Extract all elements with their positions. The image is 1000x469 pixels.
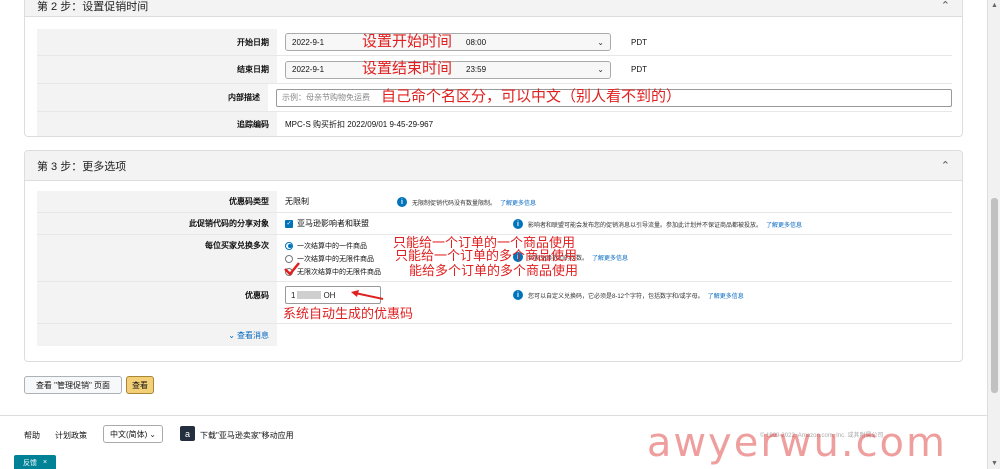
watermark: awyerwu.com xyxy=(646,420,947,466)
start-time-value: 08:00 xyxy=(466,37,487,47)
radio-selected[interactable] xyxy=(285,241,293,250)
redeem-row: 每位买家兑换多次 一次结算中的一件商品 一次结算中的无限件商品 无限次结算中的无… xyxy=(37,235,952,282)
scroll-down-icon[interactable]: ▼ xyxy=(991,460,998,467)
coupon-annotation: 系统自动生成的优惠码 xyxy=(283,306,414,321)
scrollbar-thumb[interactable] xyxy=(991,198,998,393)
checkmark-annotation-icon xyxy=(284,262,300,276)
share-row: 此促销代码的分享对象 ✓ 亚马逊影响者和联盟 i 影响者和联盟可能会发布您的促销… xyxy=(37,213,952,235)
description-label: 内部描述 xyxy=(37,84,268,111)
step3-title: 第 3 步：更多选项 xyxy=(37,160,127,173)
end-date-label: 结束日期 xyxy=(37,56,277,83)
language-select[interactable]: 中文(简体) ⌄ xyxy=(103,425,163,443)
feedback-label: 反馈 xyxy=(22,459,37,467)
coupon-suffix: OH xyxy=(323,290,336,300)
page: 第 2 步：设置促销时间 ⌃ 开始日期 2022-9-1 08:00 ⌄ PDT… xyxy=(0,0,987,469)
coupon-info: 您可以自定义兑换码，它必须是8-12个字符，包括数字和/或字母。 xyxy=(528,293,704,300)
code-type-learn-more[interactable]: 了解更多信息 xyxy=(500,198,536,207)
view-manage-promotions-button[interactable]: 查看 "管理促销" 页面 xyxy=(24,376,122,394)
description-placeholder: 示例：母亲节购物免运费 xyxy=(282,93,370,102)
step3-card: 第 3 步：更多选项 ⌃ 优惠码类型 无限制 i 无限制促销代码没有数量限制。 … xyxy=(24,150,963,362)
chevron-up-icon[interactable]: ⌃ xyxy=(941,159,950,172)
start-timezone: PDT xyxy=(631,37,647,47)
code-type-value: 无限制 xyxy=(285,197,309,206)
end-time-annotation: 设置结束时间 xyxy=(362,60,453,77)
coupon-learn-more[interactable]: 了解更多信息 xyxy=(708,291,744,300)
info-icon: i xyxy=(513,219,523,229)
end-time-value: 23:59 xyxy=(466,65,487,74)
seller-app-icon[interactable]: a xyxy=(180,426,195,441)
coupon-redacted xyxy=(297,291,322,299)
tracking-row: 追踪编码 MPC-S 购买折扣 2022/09/01 9-45-29-967 xyxy=(37,112,952,136)
view-button-label: 查看 xyxy=(132,380,148,390)
step3-header[interactable]: 第 3 步：更多选项 ⌃ xyxy=(25,151,962,181)
language-value: 中文(简体) xyxy=(110,429,148,439)
view-button[interactable]: 查看 xyxy=(126,376,154,394)
view-manage-promotions-label: 查看 "管理促销" 页面 xyxy=(35,380,111,390)
app-download-link[interactable]: 下载"亚马逊卖家"移动应用 xyxy=(200,430,294,441)
start-time-annotation: 设置开始时间 xyxy=(362,33,453,50)
redeem-option-3-label: 无限次结算中的无限件商品 xyxy=(297,268,381,276)
view-more-link[interactable]: 查看消息 xyxy=(237,330,269,341)
coupon-row: 优惠码 1 OH i 您可以自定义兑换码，它必须是8-12个字符，包括数字和/或… xyxy=(37,282,952,324)
redeem-option-1[interactable]: 一次结算中的一件商品 xyxy=(285,239,367,252)
start-date-row: 开始日期 2022-9-1 08:00 ⌄ PDT 设置开始时间 xyxy=(37,29,952,56)
chevron-down-icon: ⌄ xyxy=(149,429,156,439)
arrow-annotation-icon xyxy=(351,290,384,300)
share-label: 此促销代码的分享对象 xyxy=(37,213,277,234)
description-row: 内部描述 示例：母亲节购物免运费 自己命个名区分，可以中文（别人看不到的） xyxy=(37,84,952,112)
footer-policy-link[interactable]: 计划政策 xyxy=(55,430,87,441)
redeem-annotation-2: 只能给一个订单的多个商品使用 xyxy=(395,248,578,263)
redeem-label: 每位买家兑换多次 xyxy=(37,235,277,281)
close-icon[interactable]: × xyxy=(43,459,47,466)
redeem-option-2-label: 一次结算中的无限件商品 xyxy=(297,255,374,263)
share-option-label: 亚马逊影响者和联盟 xyxy=(297,219,369,228)
chevron-down-icon: ⌄ xyxy=(597,37,604,47)
redeem-annotation-3: 能给多个订单的多个商品使用 xyxy=(409,263,579,278)
redeem-option-1-label: 一次结算中的一件商品 xyxy=(297,242,367,250)
coupon-prefix: 1 xyxy=(291,290,296,300)
end-date-row: 结束日期 2022-9-1 23:59 ⌄ PDT 设置结束时间 xyxy=(37,56,952,84)
tracking-value: MPC-S 购买折扣 2022/09/01 9-45-29-967 xyxy=(285,120,434,129)
scroll-up-icon[interactable]: ▲ xyxy=(991,2,998,9)
description-annotation: 自己命个名区分，可以中文（别人看不到的） xyxy=(381,88,682,105)
coupon-label: 优惠码 xyxy=(37,282,277,323)
chevron-down-icon: ⌄ xyxy=(228,330,235,340)
end-date-value: 2022-9-1 xyxy=(292,65,325,74)
step2-card: 第 2 步：设置促销时间 ⌃ 开始日期 2022-9-1 08:00 ⌄ PDT… xyxy=(24,0,963,137)
tracking-label: 追踪编码 xyxy=(37,112,277,136)
code-type-row: 优惠码类型 无限制 i 无限制促销代码没有数量限制。 了解更多信息 xyxy=(37,191,952,213)
chevron-down-icon: ⌄ xyxy=(597,65,604,74)
feedback-button[interactable]: 反馈 × xyxy=(14,455,56,469)
share-learn-more[interactable]: 了解更多信息 xyxy=(766,220,802,229)
step2-title: 第 2 步：设置促销时间 xyxy=(37,0,149,13)
start-date-label: 开始日期 xyxy=(37,29,277,55)
end-timezone: PDT xyxy=(631,65,647,74)
view-more-row: ⌄ 查看消息 xyxy=(37,324,952,346)
footer-help-link[interactable]: 帮助 xyxy=(24,430,40,441)
scrollbar[interactable]: ▲ ▼ xyxy=(987,0,1000,469)
info-icon: i xyxy=(397,197,407,207)
share-info: 影响者和联盟可能会发布您的促销消息以引导流量。参加此计划并不保证商品都被投放。 xyxy=(528,222,763,229)
chevron-up-icon[interactable]: ⌃ xyxy=(941,0,950,12)
code-type-info: 无限制促销代码没有数量限制。 xyxy=(412,200,497,207)
start-date-value: 2022-9-1 xyxy=(292,37,325,47)
code-type-label: 优惠码类型 xyxy=(37,191,277,212)
step2-header[interactable]: 第 2 步：设置促销时间 ⌃ xyxy=(25,0,962,17)
redeem-learn-more[interactable]: 了解更多信息 xyxy=(592,253,628,262)
info-icon: i xyxy=(513,290,523,300)
share-checkbox[interactable]: ✓ xyxy=(285,219,293,228)
